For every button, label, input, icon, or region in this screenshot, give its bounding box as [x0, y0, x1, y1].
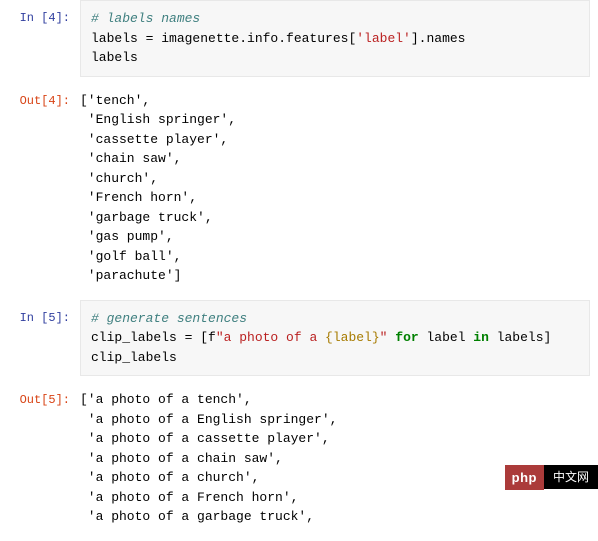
- out-line: 'garbage truck',: [80, 210, 213, 225]
- out-line: 'cassette player',: [80, 132, 228, 147]
- cell-in-5: In [5]: # generate sentences clip_labels…: [0, 300, 598, 377]
- cell-out-4: Out[4]: ['tench', 'English springer', 'c…: [0, 83, 598, 294]
- out-line: 'a photo of a French horn',: [80, 490, 298, 505]
- out-line: 'parachute']: [80, 268, 181, 283]
- output-block-4: ['tench', 'English springer', 'cassette …: [80, 83, 590, 294]
- prompt-in-4: In [4]:: [0, 0, 80, 77]
- code-block-5[interactable]: # generate sentences clip_labels = [f"a …: [80, 300, 590, 377]
- out-line: 'a photo of a cassette player',: [80, 431, 330, 446]
- output-block-5: ['a photo of a tench', 'a photo of a Eng…: [80, 382, 590, 535]
- out-line: 'French horn',: [80, 190, 197, 205]
- code-content-4: # labels names labels = imagenette.info.…: [80, 0, 598, 77]
- code-line: labels: [91, 50, 138, 65]
- code-line: labels = imagenette.info.features['label…: [91, 31, 465, 46]
- code-block-4[interactable]: # labels names labels = imagenette.info.…: [80, 0, 590, 77]
- cell-in-4: In [4]: # labels names labels = imagenet…: [0, 0, 598, 77]
- code-content-5: # generate sentences clip_labels = [f"a …: [80, 300, 598, 377]
- cell-out-5: Out[5]: ['a photo of a tench', 'a photo …: [0, 382, 598, 535]
- out-line: 'gas pump',: [80, 229, 174, 244]
- out-line: ['a photo of a tench',: [80, 392, 252, 407]
- out-line: 'a photo of a garbage truck',: [80, 509, 314, 524]
- output-content-5: ['a photo of a tench', 'a photo of a Eng…: [80, 382, 598, 535]
- prompt-out-4: Out[4]:: [0, 83, 80, 294]
- out-line: 'a photo of a English springer',: [80, 412, 337, 427]
- out-line: 'church',: [80, 171, 158, 186]
- out-line: 'golf ball',: [80, 249, 181, 264]
- output-content-4: ['tench', 'English springer', 'cassette …: [80, 83, 598, 294]
- code-line: clip_labels: [91, 350, 177, 365]
- out-line: 'chain saw',: [80, 151, 181, 166]
- out-line: 'English springer',: [80, 112, 236, 127]
- prompt-in-5: In [5]:: [0, 300, 80, 377]
- comment: # labels names: [91, 11, 200, 26]
- code-line: clip_labels = [f"a photo of a {label}" f…: [91, 330, 551, 345]
- out-line: 'a photo of a church',: [80, 470, 259, 485]
- prompt-out-5: Out[5]:: [0, 382, 80, 535]
- comment: # generate sentences: [91, 311, 247, 326]
- out-line: 'a photo of a chain saw',: [80, 451, 283, 466]
- out-line: ['tench',: [80, 93, 150, 108]
